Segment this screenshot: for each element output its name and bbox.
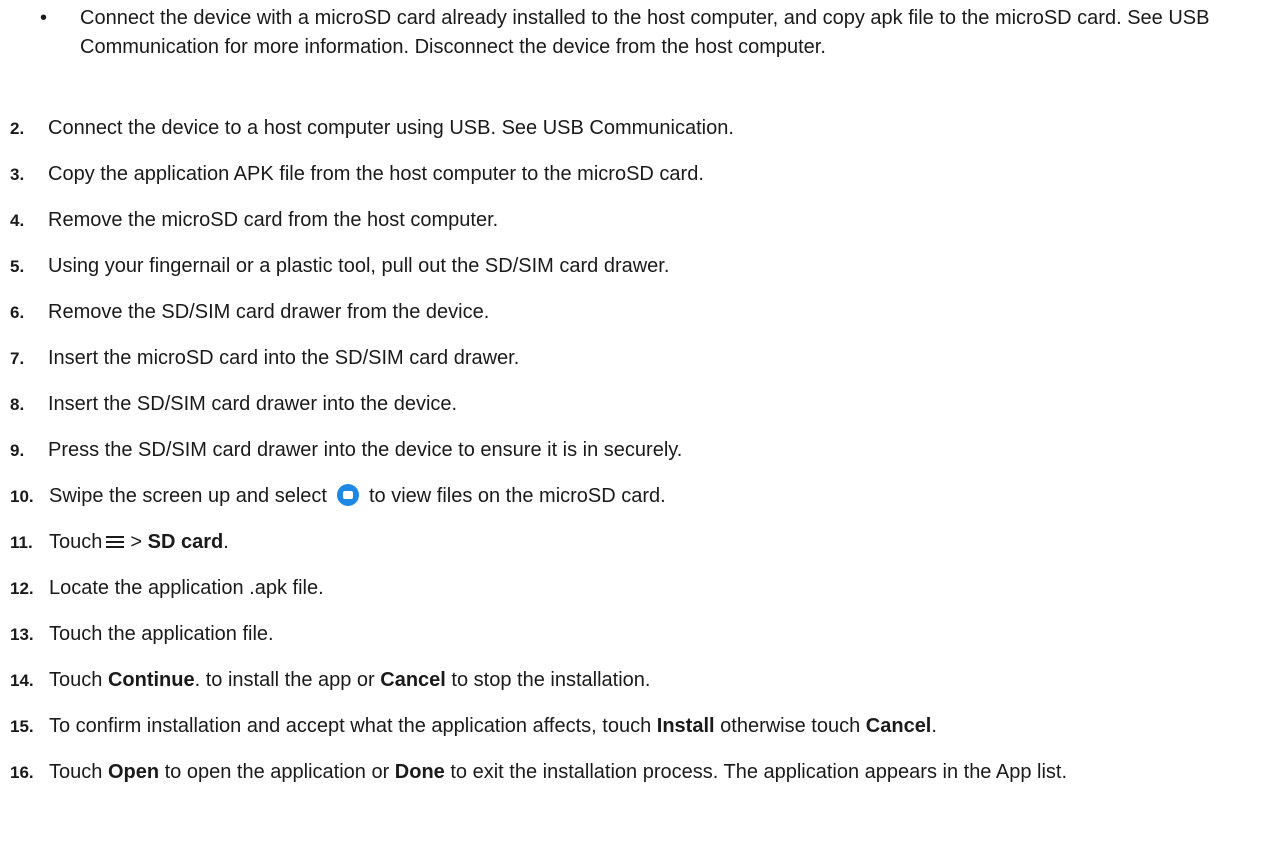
step-6: 6. Remove the SD/SIM card drawer from the…	[10, 298, 1260, 327]
step-text: Swipe the screen up and select	[49, 485, 327, 507]
step-text: to exit the installation process. The ap…	[450, 761, 1068, 783]
step-9: 9. Press the SD/SIM card drawer into the …	[10, 436, 1260, 465]
step-text: .	[223, 531, 229, 553]
step-12: 12. Locate the application .apk file.	[10, 574, 1260, 603]
step-number: 9.	[10, 441, 25, 460]
step-4: 4. Remove the microSD card from the host …	[10, 206, 1260, 235]
step-text: Remove the microSD card from the host co…	[48, 209, 499, 231]
step-bold-text: Cancel	[865, 715, 932, 737]
step-number: 2.	[10, 119, 25, 138]
step-15: 15. To confirm installation and accept wh…	[10, 712, 1260, 741]
step-number: 8.	[10, 395, 25, 414]
step-text: Insert the microSD card into the SD/SIM …	[48, 347, 520, 369]
step-text: To confirm installation and accept what …	[49, 715, 652, 737]
document-page: • Connect the device with a microSD card…	[0, 0, 1269, 862]
step-text: . to install the app or	[194, 669, 375, 691]
step-number: 5.	[10, 257, 25, 276]
step-text: Touch	[49, 669, 103, 691]
step-11: 11. Touch > SD card.	[10, 528, 1260, 557]
cancel-label: Cancel	[380, 669, 446, 691]
step-number: 6.	[10, 303, 25, 322]
step-number: 11.	[10, 533, 33, 552]
step-16: 16. Touch Open to open the application or…	[10, 758, 1210, 787]
menu-icon	[106, 535, 125, 549]
step-3: 3. Copy the application APK file from the…	[10, 160, 1260, 189]
step-number: 10.	[10, 487, 34, 506]
files-folder-icon	[336, 484, 359, 506]
step-text: Touch the application file.	[49, 623, 274, 645]
step-text: Locate the application .apk file.	[49, 577, 324, 599]
step-text: Remove the SD/SIM card drawer from the d…	[48, 301, 490, 323]
step-number: 4.	[10, 211, 25, 230]
step-text: Touch	[49, 531, 103, 553]
step-text: to stop the installation.	[451, 669, 651, 691]
bullet-text: Connect the device with a microSD card a…	[80, 7, 1210, 58]
step-text: Press the SD/SIM card drawer into the de…	[48, 439, 683, 461]
step-14: 14. Touch Continue. to install the app or…	[10, 666, 1260, 695]
step-number: 7.	[10, 349, 25, 368]
step-text: Insert the SD/SIM card drawer into the d…	[48, 393, 458, 415]
step-8: 8. Insert the SD/SIM card drawer into the…	[10, 390, 1260, 419]
step-7: 7. Insert the microSD card into the SD/SI…	[10, 344, 1260, 373]
step-number: 12.	[10, 579, 34, 598]
step-text: .	[931, 715, 937, 737]
step-number: 14.	[10, 671, 34, 690]
step-text: Copy the application APK file from the h…	[48, 163, 704, 185]
step-bold-text: SD card	[147, 531, 224, 553]
step-number: 3.	[10, 165, 25, 184]
step-text: Connect the device to a host computer us…	[48, 117, 734, 139]
step-text: otherwise touch	[720, 715, 861, 737]
step-number: 15.	[10, 717, 34, 736]
step-bold-text: Install	[656, 715, 715, 737]
step-text: Touch	[49, 761, 103, 783]
step-13: 13. Touch the application file.	[10, 620, 1260, 649]
bullet-mark: •	[40, 7, 48, 29]
step-10: 10. Swipe the screen up and select to view…	[10, 482, 1260, 511]
step-2: 2. Connect the device to a host computer …	[10, 114, 1260, 143]
step-text: to view files on the microSD card.	[368, 485, 666, 507]
step-5: 5. Using your fingernail or a plastic too…	[10, 252, 1260, 281]
step-bold-text: Done	[394, 761, 445, 783]
step-text: to open the application or	[164, 761, 390, 783]
step-text: >	[130, 531, 143, 553]
continue-label: Continue	[107, 669, 195, 691]
step-number: 13.	[10, 625, 34, 644]
step-number: 16.	[10, 763, 34, 782]
step-bold-text: Open	[107, 761, 160, 783]
step-text: Using your fingernail or a plastic tool,…	[48, 255, 670, 277]
